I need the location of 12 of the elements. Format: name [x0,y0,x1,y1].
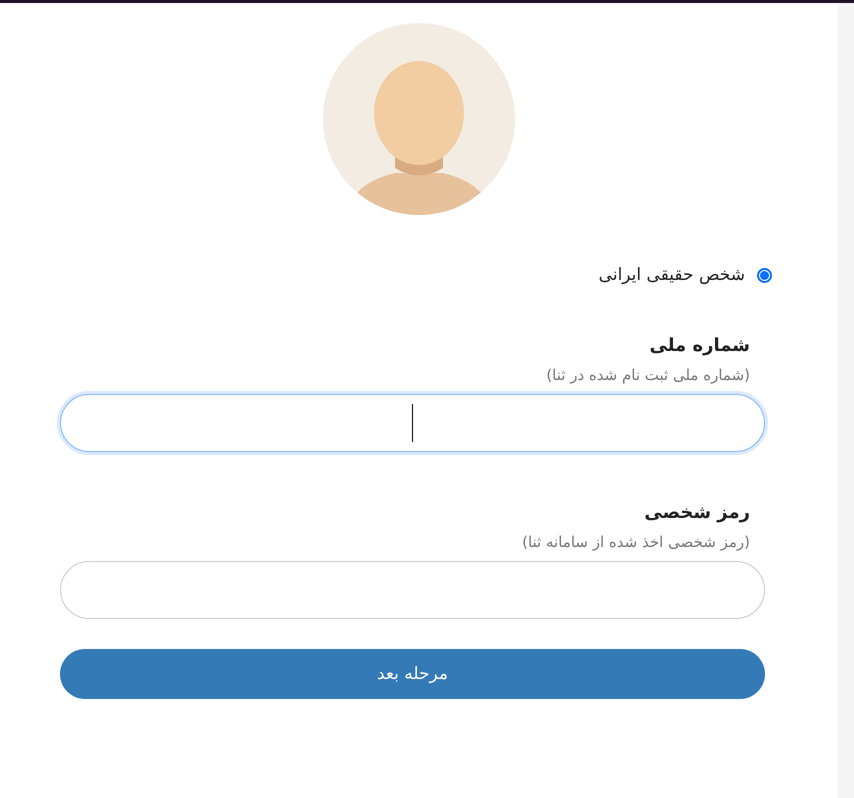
radio-button[interactable] [757,268,772,282]
next-step-button[interactable]: مرحله بعد [60,649,765,699]
radio-label: شخص حقیقی ایرانی [598,265,745,285]
field-hint: (رمز شخصی اخذ شده از سامانه ثنا) [521,533,751,551]
input-field[interactable] [60,561,765,619]
field-label: شماره ملی [648,335,751,356]
field-label: رمز شخصی [643,502,751,523]
radio-option[interactable]: شخص حقیقی ایرانی [598,265,772,285]
field-hint: (شماره ملی ثبت نام شده در ثنا) [545,366,751,384]
text-cursor [412,404,413,442]
input-field[interactable] [60,394,765,452]
scrollbar-track[interactable] [838,3,854,798]
